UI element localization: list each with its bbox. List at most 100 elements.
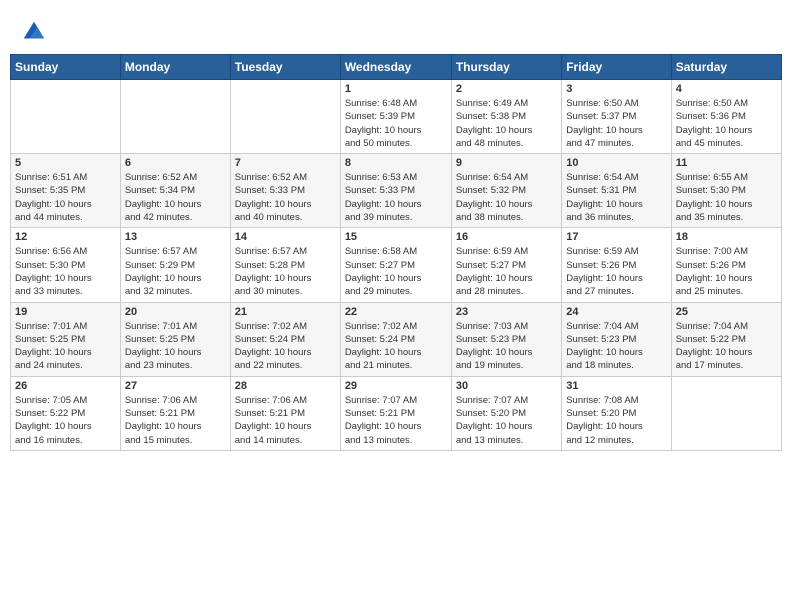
- day-cell: [11, 80, 121, 154]
- day-cell: 13 Sunrise: 6:57 AM Sunset: 5:29 PM Dayli…: [120, 228, 230, 302]
- day-cell: 7 Sunrise: 6:52 AM Sunset: 5:33 PM Daylig…: [230, 154, 340, 228]
- day-cell: [230, 80, 340, 154]
- day-cell: 21 Sunrise: 7:02 AM Sunset: 5:24 PM Dayli…: [230, 302, 340, 376]
- day-number: 26: [15, 380, 116, 392]
- day-info: Sunrise: 7:06 AM Sunset: 5:21 PM Dayligh…: [125, 394, 226, 447]
- day-number: 19: [15, 306, 116, 318]
- day-number: 8: [345, 157, 447, 169]
- day-info: Sunrise: 7:04 AM Sunset: 5:23 PM Dayligh…: [566, 320, 666, 373]
- day-info: Sunrise: 6:59 AM Sunset: 5:27 PM Dayligh…: [456, 245, 557, 298]
- day-cell: 4 Sunrise: 6:50 AM Sunset: 5:36 PM Daylig…: [671, 80, 781, 154]
- day-info: Sunrise: 7:07 AM Sunset: 5:20 PM Dayligh…: [456, 394, 557, 447]
- day-number: 5: [15, 157, 116, 169]
- day-cell: 23 Sunrise: 7:03 AM Sunset: 5:23 PM Dayli…: [451, 302, 561, 376]
- day-cell: [671, 376, 781, 450]
- day-number: 17: [566, 231, 666, 243]
- day-cell: 12Sunrise: 6:56 AM Sunset: 5:30 PM Dayli…: [11, 228, 121, 302]
- day-info: Sunrise: 7:02 AM Sunset: 5:24 PM Dayligh…: [345, 320, 447, 373]
- day-cell: 17 Sunrise: 6:59 AM Sunset: 5:26 PM Dayli…: [562, 228, 671, 302]
- day-info: Sunrise: 6:59 AM Sunset: 5:26 PM Dayligh…: [566, 245, 666, 298]
- day-info: Sunrise: 6:54 AM Sunset: 5:31 PM Dayligh…: [566, 171, 666, 224]
- day-number: 3: [566, 83, 666, 95]
- day-cell: 20Sunrise: 7:01 AM Sunset: 5:25 PM Dayli…: [120, 302, 230, 376]
- day-info: Sunrise: 7:07 AM Sunset: 5:21 PM Dayligh…: [345, 394, 447, 447]
- day-cell: 25Sunrise: 7:04 AM Sunset: 5:22 PM Dayli…: [671, 302, 781, 376]
- header-tuesday: Tuesday: [230, 55, 340, 80]
- day-number: 30: [456, 380, 557, 392]
- day-cell: [120, 80, 230, 154]
- header: [10, 10, 782, 50]
- logo-icon: [20, 18, 48, 46]
- header-saturday: Saturday: [671, 55, 781, 80]
- week-row-1: 1Sunrise: 6:48 AM Sunset: 5:39 PM Daylig…: [11, 80, 782, 154]
- day-info: Sunrise: 6:52 AM Sunset: 5:34 PM Dayligh…: [125, 171, 226, 224]
- day-info: Sunrise: 6:53 AM Sunset: 5:33 PM Dayligh…: [345, 171, 447, 224]
- day-number: 25: [676, 306, 777, 318]
- day-number: 27: [125, 380, 226, 392]
- day-info: Sunrise: 7:02 AM Sunset: 5:24 PM Dayligh…: [235, 320, 336, 373]
- day-info: Sunrise: 6:57 AM Sunset: 5:29 PM Dayligh…: [125, 245, 226, 298]
- day-info: Sunrise: 7:00 AM Sunset: 5:26 PM Dayligh…: [676, 245, 777, 298]
- day-number: 23: [456, 306, 557, 318]
- day-number: 4: [676, 83, 777, 95]
- day-info: Sunrise: 7:05 AM Sunset: 5:22 PM Dayligh…: [15, 394, 116, 447]
- day-cell: 28 Sunrise: 7:06 AM Sunset: 5:21 PM Dayli…: [230, 376, 340, 450]
- day-number: 31: [566, 380, 666, 392]
- day-cell: 11 Sunrise: 6:55 AM Sunset: 5:30 PM Dayli…: [671, 154, 781, 228]
- day-info: Sunrise: 7:03 AM Sunset: 5:23 PM Dayligh…: [456, 320, 557, 373]
- day-cell: 10Sunrise: 6:54 AM Sunset: 5:31 PM Dayli…: [562, 154, 671, 228]
- week-row-5: 26 Sunrise: 7:05 AM Sunset: 5:22 PM Dayli…: [11, 376, 782, 450]
- day-cell: 9 Sunrise: 6:54 AM Sunset: 5:32 PM Daylig…: [451, 154, 561, 228]
- day-cell: 14 Sunrise: 6:57 AM Sunset: 5:28 PM Dayli…: [230, 228, 340, 302]
- day-cell: 18 Sunrise: 7:00 AM Sunset: 5:26 PM Dayli…: [671, 228, 781, 302]
- day-number: 7: [235, 157, 336, 169]
- day-number: 24: [566, 306, 666, 318]
- day-cell: 22 Sunrise: 7:02 AM Sunset: 5:24 PM Dayli…: [340, 302, 451, 376]
- day-number: 6: [125, 157, 226, 169]
- week-row-4: 19 Sunrise: 7:01 AM Sunset: 5:25 PM Dayli…: [11, 302, 782, 376]
- header-monday: Monday: [120, 55, 230, 80]
- day-number: 28: [235, 380, 336, 392]
- day-number: 11: [676, 157, 777, 169]
- day-number: 13: [125, 231, 226, 243]
- calendar-header-row: SundayMondayTuesdayWednesdayThursdayFrid…: [11, 55, 782, 80]
- day-info: Sunrise: 6:50 AM Sunset: 5:36 PM Dayligh…: [676, 97, 777, 150]
- day-cell: 30 Sunrise: 7:07 AM Sunset: 5:20 PM Dayli…: [451, 376, 561, 450]
- day-info: Sunrise: 6:49 AM Sunset: 5:38 PM Dayligh…: [456, 97, 557, 150]
- calendar: SundayMondayTuesdayWednesdayThursdayFrid…: [10, 54, 782, 451]
- week-row-2: 5Sunrise: 6:51 AM Sunset: 5:35 PM Daylig…: [11, 154, 782, 228]
- header-thursday: Thursday: [451, 55, 561, 80]
- day-number: 9: [456, 157, 557, 169]
- day-cell: 16Sunrise: 6:59 AM Sunset: 5:27 PM Dayli…: [451, 228, 561, 302]
- header-sunday: Sunday: [11, 55, 121, 80]
- day-cell: 8 Sunrise: 6:53 AM Sunset: 5:33 PM Daylig…: [340, 154, 451, 228]
- day-cell: 3 Sunrise: 6:50 AM Sunset: 5:37 PM Daylig…: [562, 80, 671, 154]
- day-cell: 6 Sunrise: 6:52 AM Sunset: 5:34 PM Daylig…: [120, 154, 230, 228]
- day-info: Sunrise: 7:08 AM Sunset: 5:20 PM Dayligh…: [566, 394, 666, 447]
- header-wednesday: Wednesday: [340, 55, 451, 80]
- day-number: 29: [345, 380, 447, 392]
- logo: [20, 18, 52, 46]
- day-number: 21: [235, 306, 336, 318]
- day-info: Sunrise: 6:48 AM Sunset: 5:39 PM Dayligh…: [345, 97, 447, 150]
- day-info: Sunrise: 6:52 AM Sunset: 5:33 PM Dayligh…: [235, 171, 336, 224]
- day-info: Sunrise: 7:01 AM Sunset: 5:25 PM Dayligh…: [15, 320, 116, 373]
- day-cell: 31 Sunrise: 7:08 AM Sunset: 5:20 PM Dayli…: [562, 376, 671, 450]
- day-number: 18: [676, 231, 777, 243]
- day-cell: 1Sunrise: 6:48 AM Sunset: 5:39 PM Daylig…: [340, 80, 451, 154]
- week-row-3: 12Sunrise: 6:56 AM Sunset: 5:30 PM Dayli…: [11, 228, 782, 302]
- header-friday: Friday: [562, 55, 671, 80]
- day-cell: 15Sunrise: 6:58 AM Sunset: 5:27 PM Dayli…: [340, 228, 451, 302]
- day-info: Sunrise: 6:54 AM Sunset: 5:32 PM Dayligh…: [456, 171, 557, 224]
- day-info: Sunrise: 7:06 AM Sunset: 5:21 PM Dayligh…: [235, 394, 336, 447]
- day-cell: 29 Sunrise: 7:07 AM Sunset: 5:21 PM Dayli…: [340, 376, 451, 450]
- day-info: Sunrise: 6:58 AM Sunset: 5:27 PM Dayligh…: [345, 245, 447, 298]
- day-info: Sunrise: 6:57 AM Sunset: 5:28 PM Dayligh…: [235, 245, 336, 298]
- day-number: 22: [345, 306, 447, 318]
- day-info: Sunrise: 6:50 AM Sunset: 5:37 PM Dayligh…: [566, 97, 666, 150]
- day-cell: 24 Sunrise: 7:04 AM Sunset: 5:23 PM Dayli…: [562, 302, 671, 376]
- day-cell: 26 Sunrise: 7:05 AM Sunset: 5:22 PM Dayli…: [11, 376, 121, 450]
- day-cell: 2Sunrise: 6:49 AM Sunset: 5:38 PM Daylig…: [451, 80, 561, 154]
- day-number: 14: [235, 231, 336, 243]
- day-info: Sunrise: 6:55 AM Sunset: 5:30 PM Dayligh…: [676, 171, 777, 224]
